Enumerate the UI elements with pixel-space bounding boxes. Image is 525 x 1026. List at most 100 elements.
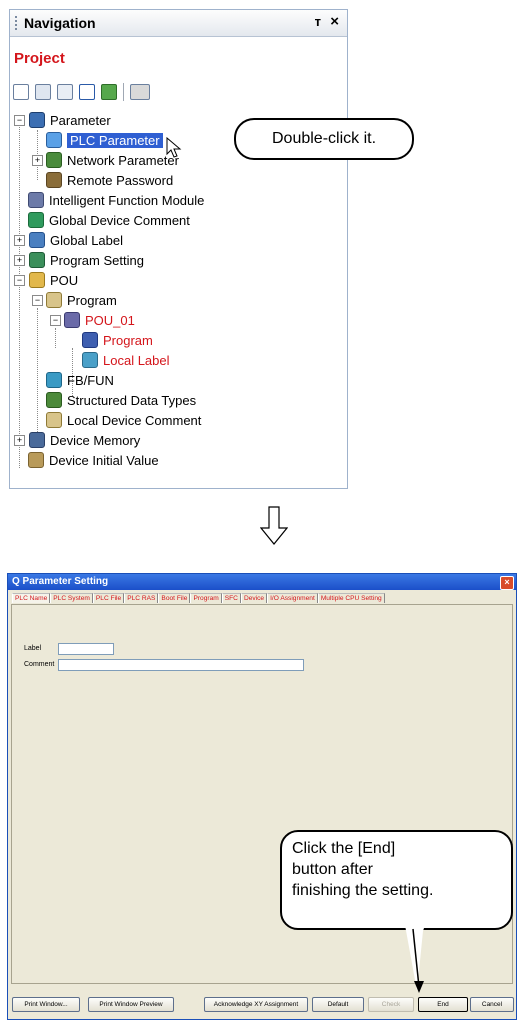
expand-icon[interactable]: + (14, 235, 25, 246)
end-button[interactable]: End (418, 997, 468, 1012)
global-label-icon (29, 232, 45, 248)
tree-label: Global Label (50, 232, 123, 248)
tree-label: Program (103, 332, 153, 348)
tree-item-fb-fun[interactable]: FB/FUN (46, 370, 114, 390)
tree-item-remote-password[interactable]: Remote Password (46, 170, 173, 190)
tree-label: POU_01 (85, 312, 135, 328)
close-icon[interactable]: × (330, 13, 339, 30)
callout-text: Double-click it. (271, 130, 377, 147)
drag-grip-icon[interactable] (15, 16, 19, 30)
tree-label: POU (50, 272, 79, 288)
tab-multiple-cpu-setting[interactable]: Multiple CPU Setting (317, 593, 385, 603)
tree-item-program-setting[interactable]: + Program Setting (14, 250, 144, 270)
project-title[interactable]: Project (14, 50, 65, 67)
callout-text-line: Click the [End] (292, 840, 396, 857)
tab-boot-file[interactable]: Boot File (158, 593, 191, 603)
tree-label: Global Device Comment (49, 212, 190, 228)
expand-icon[interactable]: + (14, 255, 25, 266)
fb-fun-icon (46, 372, 62, 388)
parameter-icon (29, 112, 45, 128)
tree-line (19, 120, 20, 468)
tree-label: Device Initial Value (49, 452, 159, 468)
property-icon[interactable] (79, 84, 95, 100)
new-data-icon[interactable] (13, 84, 29, 100)
callout-text-line: button after (292, 861, 373, 878)
tab-io-assignment[interactable]: I/O Assignment (267, 593, 318, 603)
tree-item-network-parameter[interactable]: + Network Parameter (32, 150, 179, 170)
double-click-callout: Double-click it. (234, 118, 414, 160)
check-button[interactable]: Check (368, 997, 414, 1012)
remote-password-icon (46, 172, 62, 188)
tree-item-global-label[interactable]: + Global Label (14, 230, 123, 250)
intelligent-module-icon (28, 192, 44, 208)
label-input[interactable] (58, 643, 114, 655)
toolbar-separator (123, 83, 124, 101)
label-field-label: Label (24, 645, 42, 652)
tree-item-program-folder[interactable]: − Program (32, 290, 117, 310)
tab-sfc[interactable]: SFC (221, 593, 241, 603)
parameter-tabs: PLC Name PLC System PLC File PLC RAS Boo… (12, 593, 385, 603)
navigation-title: Navigation (24, 15, 96, 31)
navigation-toolbar (13, 82, 150, 102)
tree-label: FB/FUN (67, 372, 114, 388)
expand-icon[interactable]: + (14, 435, 25, 446)
q-parameter-setting-dialog: Q Parameter Setting × PLC Name PLC Syste… (7, 573, 517, 1020)
pou01-icon (64, 312, 80, 328)
print-window-button[interactable]: Print Window... (12, 997, 80, 1012)
tree-item-pou-01[interactable]: − POU_01 (50, 310, 135, 330)
dialog-title: Q Parameter Setting (12, 576, 109, 587)
collapse-icon[interactable]: − (14, 275, 25, 286)
sort-icon[interactable] (130, 84, 150, 100)
default-button[interactable]: Default (312, 997, 364, 1012)
tree-label: Parameter (50, 112, 111, 128)
tree-item-plc-parameter[interactable]: PLC Parameter (46, 130, 163, 150)
tab-plc-ras[interactable]: PLC RAS (124, 593, 159, 603)
tab-plc-system[interactable]: PLC System (50, 593, 93, 603)
tab-plc-file[interactable]: PLC File (92, 593, 125, 603)
tab-program[interactable]: Program (190, 593, 222, 603)
collapse-icon[interactable]: − (32, 295, 43, 306)
tree-item-program-body[interactable]: Program (82, 330, 153, 350)
network-parameter-icon (46, 152, 62, 168)
tree-item-device-initial-value[interactable]: Device Initial Value (28, 450, 159, 470)
print-window-preview-button[interactable]: Print Window Preview (88, 997, 174, 1012)
tree-item-device-memory[interactable]: + Device Memory (14, 430, 140, 450)
tree-item-parameter[interactable]: − Parameter (14, 110, 111, 130)
tab-plc-name[interactable]: PLC Name (12, 593, 51, 603)
end-button-callout: Click the [End] button after finishing t… (280, 830, 513, 930)
collapse-icon[interactable]: − (50, 315, 61, 326)
tab-device[interactable]: Device (240, 593, 268, 603)
tree-label: Structured Data Types (67, 392, 197, 408)
tree-label: Device Memory (50, 432, 141, 448)
structured-data-icon (46, 392, 62, 408)
copy-data-icon[interactable] (35, 84, 51, 100)
tree-label: Network Parameter (67, 152, 179, 168)
refresh-icon[interactable] (101, 84, 117, 100)
paste-data-icon[interactable] (57, 84, 73, 100)
tree-item-intelligent-function-module[interactable]: Intelligent Function Module (28, 190, 204, 210)
close-icon[interactable]: × (500, 576, 514, 590)
device-memory-icon (29, 432, 45, 448)
callout-pointer (405, 925, 425, 993)
tree-line (37, 308, 38, 446)
collapse-icon[interactable]: − (14, 115, 25, 126)
expand-icon[interactable]: + (32, 155, 43, 166)
tree-item-local-device-comment[interactable]: Local Device Comment (46, 410, 201, 430)
tree-item-pou[interactable]: − POU (14, 270, 78, 290)
dialog-button-bar: Print Window... Print Window Preview Ack… (8, 992, 516, 1018)
navigation-panel: Navigation ᴛ × Project − Parameter PLC P… (9, 9, 348, 489)
tree-item-structured-data-types[interactable]: Structured Data Types (46, 390, 196, 410)
pou-icon (29, 272, 45, 288)
tree-item-global-device-comment[interactable]: Global Device Comment (28, 210, 190, 230)
cancel-button[interactable]: Cancel (470, 997, 514, 1012)
program-folder-icon (46, 292, 62, 308)
navigation-header: Navigation ᴛ × (10, 10, 347, 37)
comment-input[interactable] (58, 659, 304, 671)
tree-item-local-label[interactable]: Local Label (82, 350, 170, 370)
acknowledge-xy-assignment-button[interactable]: Acknowledge XY Assignment (204, 997, 308, 1012)
local-device-comment-icon (46, 412, 62, 428)
down-arrow-icon (260, 506, 288, 545)
device-initial-value-icon (28, 452, 44, 468)
pin-icon[interactable]: ᴛ (315, 14, 321, 29)
program-body-icon (82, 332, 98, 348)
